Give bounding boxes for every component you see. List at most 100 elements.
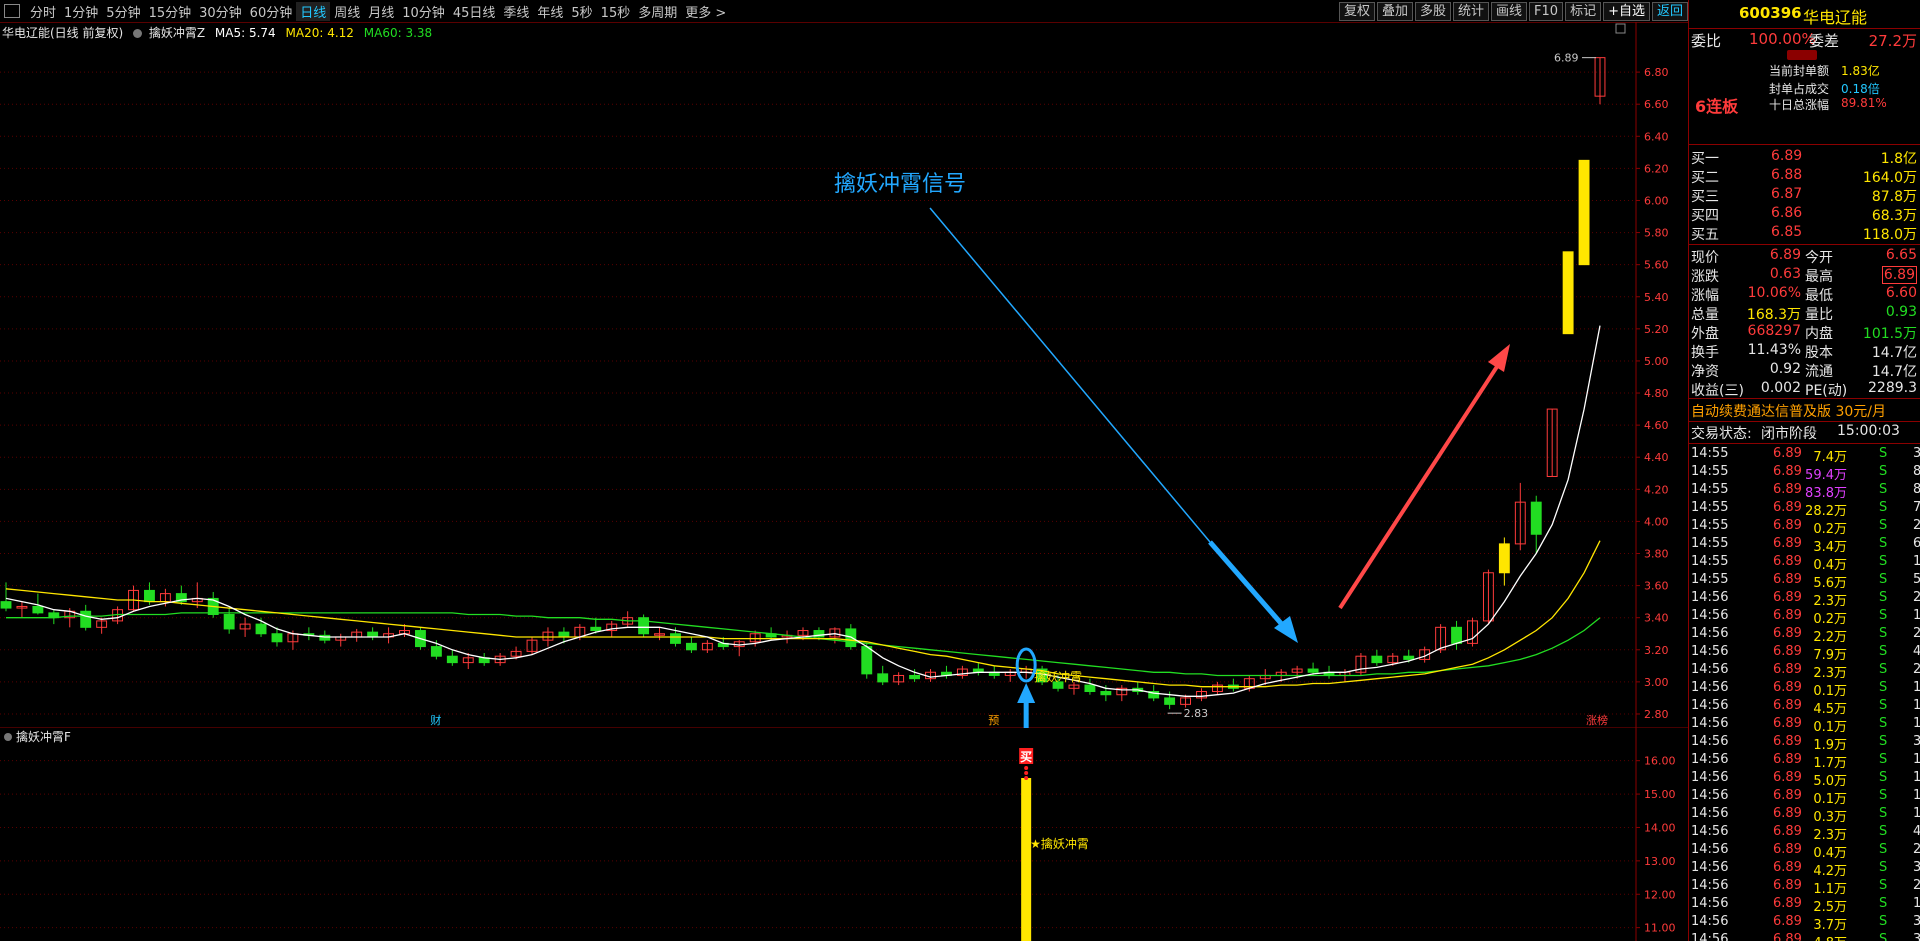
bid-price: 6.86	[1771, 205, 1803, 221]
tick-volume: 1.1万	[1813, 882, 1847, 897]
bid-row[interactable]: 买三 6.87 87.8万	[1689, 186, 1920, 205]
tick-volume: 2.2万	[1813, 630, 1847, 645]
candle-body	[430, 646, 442, 657]
stat-value: 11.43%	[1747, 342, 1801, 358]
tick-row[interactable]: 14:56 6.89 4.5万 S 1	[1689, 698, 1920, 717]
period-tab[interactable]: 30分钟	[195, 2, 246, 21]
stat-row: 涨跌 0.63 最高 6.89	[1689, 266, 1920, 285]
period-tab[interactable]: 45日线	[449, 2, 500, 21]
period-tab[interactable]: 60分钟	[246, 2, 297, 21]
tick-row[interactable]: 14:56 6.89 7.9万 S 4	[1689, 644, 1920, 663]
seal-amount-label: 当前封单额	[1769, 64, 1830, 78]
tick-row[interactable]: 14:56 6.89 0.1万 S 1	[1689, 716, 1920, 735]
tick-row[interactable]: 14:56 6.89 0.1万 S 1	[1689, 680, 1920, 699]
bid-row[interactable]: 买四 6.86 68.3万	[1689, 205, 1920, 224]
tool-button[interactable]: +自选	[1603, 2, 1650, 21]
tick-row[interactable]: 14:55 6.89 0.4万 S 1	[1689, 554, 1920, 573]
tick-time: 14:56	[1691, 896, 1729, 911]
tick-row[interactable]: 14:56 6.89 3.7万 S 3	[1689, 914, 1920, 933]
tool-button[interactable]: 画线	[1491, 2, 1528, 21]
collapse-button[interactable]	[1787, 50, 1817, 60]
home-icon[interactable]	[4, 4, 20, 18]
ten-day-value: 89.81%	[1841, 96, 1887, 110]
stat-value: 0.63	[1769, 266, 1801, 282]
tick-row[interactable]: 14:55 6.89 28.2万 S 7	[1689, 500, 1920, 519]
period-tab[interactable]: 5分钟	[102, 2, 144, 21]
tick-count: 4	[1913, 644, 1920, 659]
period-tab[interactable]: 周线	[330, 2, 364, 21]
tick-volume: 0.4万	[1813, 846, 1847, 861]
annotation-text: 擒妖冲霄信号	[834, 172, 966, 197]
tick-row[interactable]: 14:56 6.89 2.5万 S 1	[1689, 896, 1920, 915]
tick-row[interactable]: 14:55 6.89 7.4万 S 3	[1689, 446, 1920, 465]
tick-row[interactable]: 14:56 6.89 2.2万 S 2	[1689, 626, 1920, 645]
tool-button[interactable]: 标记	[1565, 2, 1602, 21]
tick-price: 6.89	[1773, 500, 1802, 515]
candle-body	[1451, 626, 1462, 644]
tick-volume: 2.5万	[1813, 900, 1847, 915]
tick-row[interactable]: 14:56 6.89 2.3万 S 2	[1689, 662, 1920, 681]
period-tab[interactable]: 分时	[26, 2, 60, 21]
tick-row[interactable]: 14:55 6.89 59.4万 S 8	[1689, 464, 1920, 483]
period-tab[interactable]: 季线	[499, 2, 533, 21]
period-tab[interactable]: 15秒	[597, 2, 635, 21]
tick-row[interactable]: 14:56 6.89 4.2万 S 3	[1689, 860, 1920, 879]
tick-volume: 3.4万	[1813, 540, 1847, 555]
tool-button[interactable]: F10	[1529, 2, 1564, 21]
tick-count: 1	[1913, 752, 1920, 767]
period-tab[interactable]: 日线	[296, 1, 331, 21]
sub-tick-label: 15.00	[1644, 788, 1676, 801]
tick-row[interactable]: 14:56 6.89 0.2万 S 1	[1689, 608, 1920, 627]
tick-row[interactable]: 14:55 6.89 0.2万 S 2	[1689, 518, 1920, 537]
tick-row[interactable]: 14:56 6.89 0.4万 S 2	[1689, 842, 1920, 861]
tick-row[interactable]: 14:55 6.89 5.6万 S 5	[1689, 572, 1920, 591]
tick-row[interactable]: 14:56 6.89 2.3万 S 2	[1689, 590, 1920, 609]
tick-side: S	[1879, 824, 1888, 839]
tool-button[interactable]: 统计	[1453, 2, 1490, 21]
event-marker: 预	[988, 714, 999, 727]
tool-button[interactable]: 复权	[1338, 2, 1375, 21]
tick-row[interactable]: 14:55 6.89 83.8万 S 8	[1689, 482, 1920, 501]
period-tab[interactable]: 更多 >	[681, 2, 730, 21]
signal-dot	[1024, 766, 1029, 770]
tick-row[interactable]: 14:56 6.89 4.8万 S 3	[1689, 932, 1920, 941]
bid-label: 买五	[1691, 227, 1719, 243]
period-tab[interactable]: 多周期	[634, 2, 681, 21]
tool-button[interactable]: 返回	[1651, 2, 1688, 21]
bid-row[interactable]: 买二 6.88 164.0万	[1689, 167, 1920, 186]
ad-banner[interactable]: 自动续费通达信普及版 30元/月	[1691, 401, 1886, 421]
kline-chart[interactable]: 6.80 6.60 6.40 6.20 6.00 5.80 5.60 5.40 5.20 5.00…	[0, 22, 1688, 728]
period-tab[interactable]: 10分钟	[398, 2, 449, 21]
tool-button[interactable]: 叠加	[1376, 2, 1413, 21]
period-tab[interactable]: 月线	[364, 2, 398, 21]
tool-button[interactable]: 多股	[1414, 2, 1451, 21]
tick-row[interactable]: 14:56 6.89 0.3万 S 1	[1689, 806, 1920, 825]
tick-row[interactable]: 14:55 6.89 3.4万 S 6	[1689, 536, 1920, 555]
tick-row[interactable]: 14:56 6.89 2.3万 S 4	[1689, 824, 1920, 843]
stat-value: 14.7亿	[1871, 364, 1917, 380]
bid-row[interactable]: 买一 6.89 1.8亿	[1689, 148, 1920, 167]
tick-row[interactable]: 14:56 6.89 5.0万 S 1	[1689, 770, 1920, 789]
period-tab[interactable]: 5秒	[567, 2, 596, 21]
tick-row[interactable]: 14:56 6.89 1.1万 S 2	[1689, 878, 1920, 897]
sub-tick-label: 12.00	[1644, 888, 1676, 901]
weicha-value: 27.2万	[1868, 32, 1917, 50]
bid-row[interactable]: 买五 6.85 118.0万	[1689, 224, 1920, 243]
price-tick-label: 4.00	[1644, 515, 1669, 528]
tick-row[interactable]: 14:56 6.89 1.9万 S 3	[1689, 734, 1920, 753]
period-tab[interactable]: 1分钟	[60, 2, 102, 21]
period-tab[interactable]: 15分钟	[145, 2, 196, 21]
ma5-line	[5, 325, 1601, 697]
signal-dot	[1024, 776, 1029, 780]
tick-time: 14:55	[1691, 446, 1729, 461]
indicator-subchart[interactable]: 擒妖冲霄F 16.00 15.00 14.00 13.00 12.00 11.00 买 ★擒妖冲…	[0, 728, 1688, 941]
tick-side: S	[1879, 896, 1888, 911]
tick-row[interactable]: 14:56 6.89 0.1万 S 1	[1689, 788, 1920, 807]
tick-side: S	[1879, 662, 1888, 677]
tick-volume: 4.5万	[1813, 702, 1847, 717]
stat-row: 现价 6.89 今开 6.65	[1689, 247, 1920, 266]
tick-row[interactable]: 14:56 6.89 1.7万 S 1	[1689, 752, 1920, 771]
tick-count: 2	[1913, 662, 1920, 677]
period-tab[interactable]: 年线	[533, 2, 567, 21]
candle-body	[1562, 251, 1574, 335]
